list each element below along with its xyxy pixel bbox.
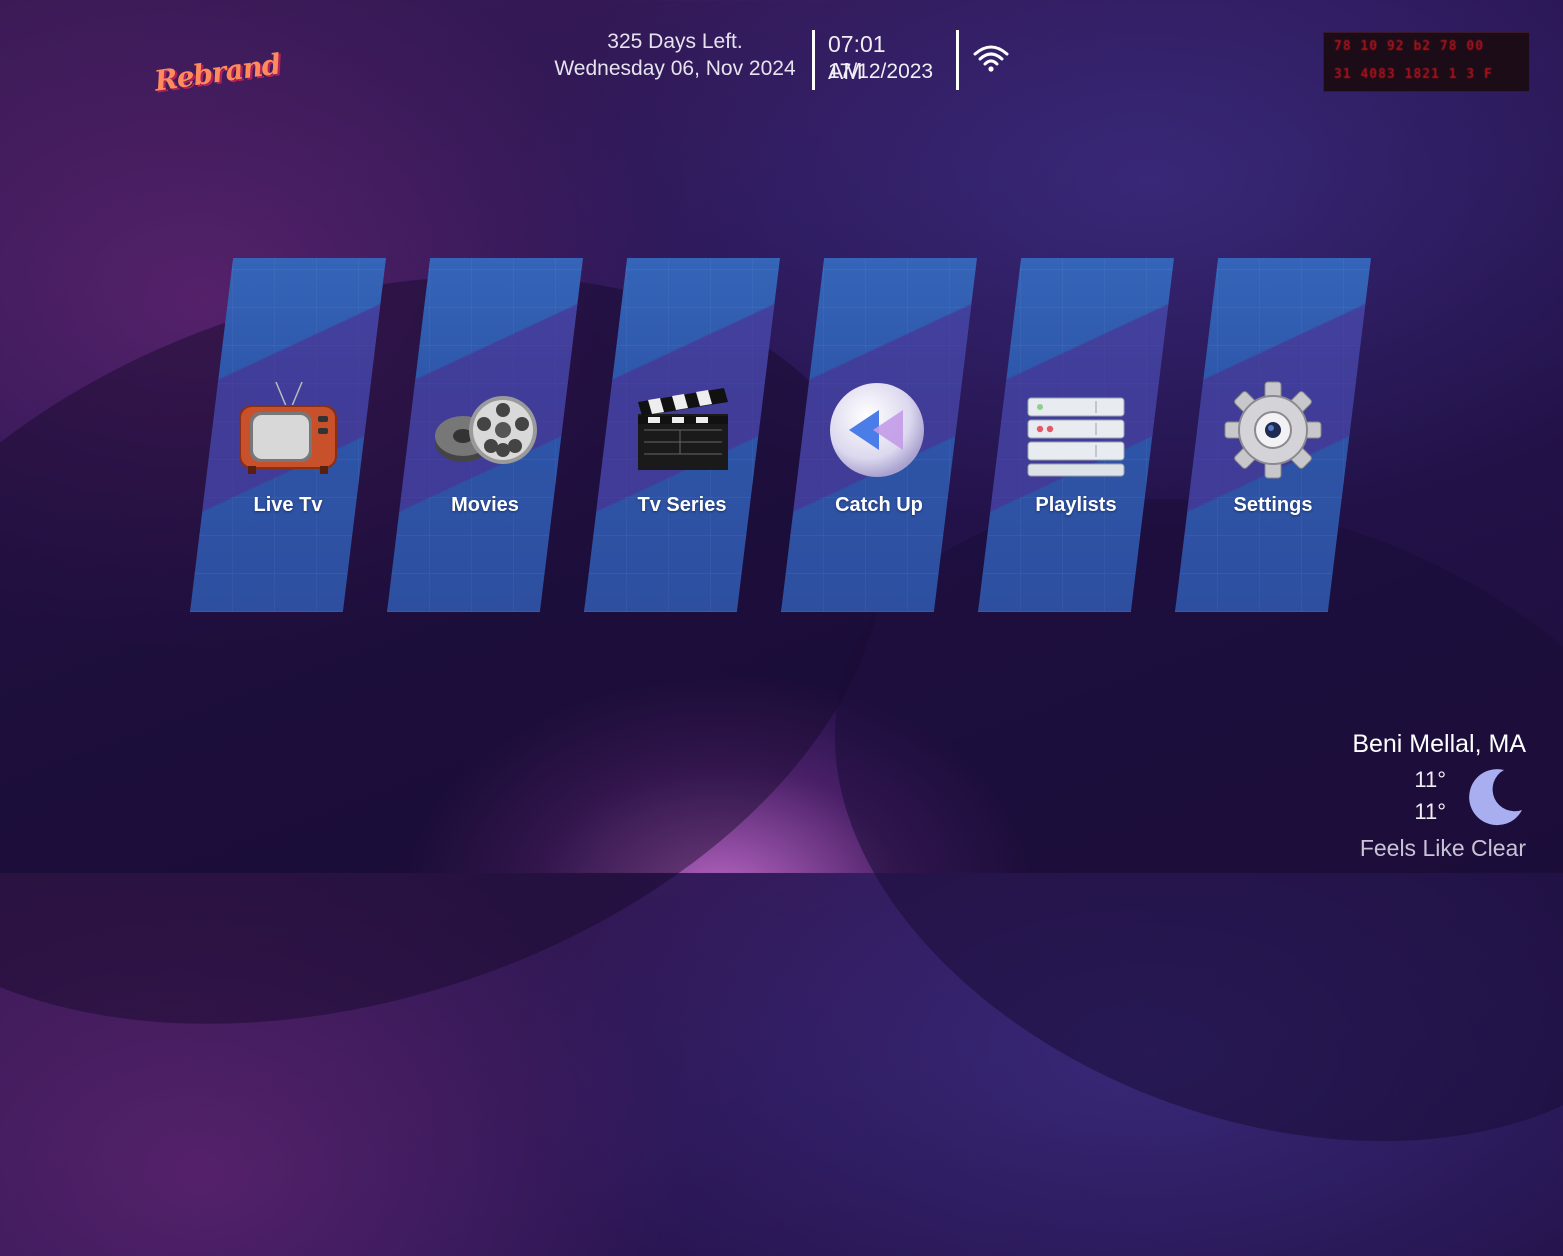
clapperboard-icon [638, 388, 728, 470]
divider [812, 30, 815, 90]
weather-temp-high: 11° [1414, 767, 1446, 792]
weather-condition: Feels Like Clear [1359, 835, 1526, 861]
wifi-icon [973, 45, 1009, 72]
menu-tile-movies[interactable]: Movies [387, 258, 583, 612]
rewind-icon [830, 383, 924, 477]
device-id-box: 78 10 92 b2 78 00 31 4083 1821 1 3 F [1323, 32, 1530, 92]
menu-tile-label: Movies [451, 494, 519, 516]
menu-tile-label: Tv Series [637, 494, 727, 516]
device-id-line: 78 10 92 b2 78 00 [1334, 39, 1485, 54]
current-date: 17/12/2023 [828, 60, 934, 83]
brand-logo: Rebrand [152, 44, 282, 104]
menu-tile-playlists[interactable]: Playlists [978, 258, 1174, 612]
logo-text: Rebrand [152, 47, 283, 98]
main-menu: Live Tv Movies Tv Series Catch Up Playli… [190, 258, 1372, 612]
film-reels-icon [435, 396, 537, 464]
moon-icon [1469, 769, 1522, 826]
subscription-expiry-date: Wednesday 06, Nov 2024 [554, 57, 796, 80]
gear-icon [1224, 381, 1322, 479]
menu-tile-label: Catch Up [835, 494, 923, 516]
subscription-days-left: 325 Days Left. [607, 30, 743, 53]
weather-city: Beni Mellal, MA [1352, 730, 1526, 758]
divider [956, 30, 959, 90]
menu-tile-tv-series[interactable]: Tv Series [584, 258, 780, 612]
device-key-line: 31 4083 1821 1 3 F [1334, 67, 1493, 82]
menu-tile-settings[interactable]: Settings [1175, 258, 1371, 612]
menu-tile-label: Live Tv [253, 494, 323, 516]
menu-tile-label: Playlists [1035, 494, 1117, 516]
server-stack-icon [1027, 397, 1125, 477]
menu-tile-catch-up[interactable]: Catch Up [781, 258, 977, 612]
menu-tile-live-tv[interactable]: Live Tv [190, 258, 386, 612]
weather-widget: Beni Mellal, MA 11° 11° Feels Like Clear [1266, 730, 1526, 870]
weather-temp-low: 11° [1414, 799, 1446, 824]
tv-icon [239, 381, 337, 474]
menu-tile-label: Settings [1233, 494, 1313, 516]
